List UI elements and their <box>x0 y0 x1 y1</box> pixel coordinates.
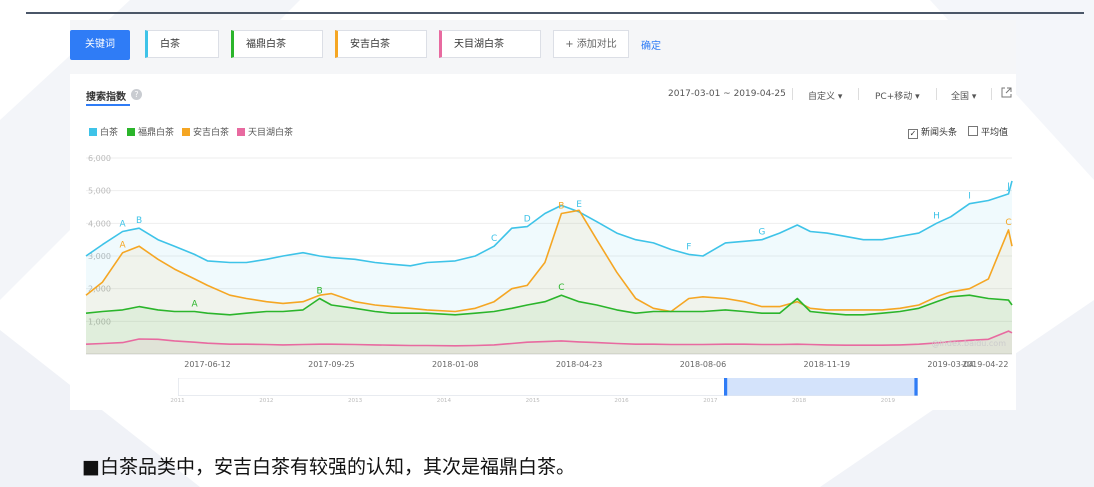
y-tick-label: 5,000 <box>88 187 111 196</box>
slider-year-label: 2018 <box>792 398 807 402</box>
annotation-label: F <box>686 242 691 252</box>
watermark: @index.baidu.com <box>932 339 1007 348</box>
x-tick-label: 2017-06-12 <box>184 360 231 369</box>
slider-year-label: 2019 <box>881 398 896 402</box>
annotation-label: C <box>558 283 564 293</box>
slider-year-label: 2017 <box>703 398 718 402</box>
slider-year-label: 2011 <box>170 398 185 402</box>
x-tick-label: 2018-08-06 <box>680 360 727 369</box>
slider-year-label: 2016 <box>614 398 629 402</box>
annotation-label: E <box>576 200 582 210</box>
slider-year-label: 2014 <box>437 398 452 402</box>
annotation-label: B <box>558 202 564 212</box>
summary-caption: ■白茶品类中，安吉白茶有较强的认知，其次是福鼎白茶。 <box>82 456 575 478</box>
slider-right-handle[interactable] <box>914 378 918 396</box>
annotation-label: G <box>758 228 765 238</box>
annotation-label: H <box>933 211 940 221</box>
annotation-label: B <box>316 286 322 296</box>
x-tick-label: 2017-09-25 <box>308 360 355 369</box>
y-tick-label: 4,000 <box>88 219 111 228</box>
x-tick-label: 2018-01-08 <box>432 360 479 369</box>
x-tick-label: 2018-11-19 <box>804 360 851 369</box>
slider-selected-range <box>725 378 918 396</box>
annotation-label: A <box>191 300 198 310</box>
annotation-label: A <box>119 241 126 251</box>
annotation-label: C <box>491 234 497 244</box>
slider-year-label: 2012 <box>259 398 273 402</box>
search-index-chart: 6,0005,0004,0003,0002,0001,0002017-06-12… <box>85 154 1013 369</box>
time-range-slider[interactable]: 2011 2012 2013 2014 2015 2016 2017 2018 2019 <box>86 378 1010 402</box>
annotation-label: D <box>524 215 531 225</box>
slider-left-handle[interactable] <box>724 378 728 396</box>
slider-year-label: 2013 <box>348 398 363 402</box>
annotation-label: I <box>968 192 971 202</box>
slider-year-label: 2015 <box>526 398 541 402</box>
y-tick-label: 6,000 <box>88 154 111 163</box>
annotation-label: B <box>136 216 142 226</box>
annotation-label: C <box>1005 218 1011 228</box>
x-tick-label: 2018-04-23 <box>556 360 603 369</box>
annotation-label: A <box>119 220 126 230</box>
x-tick-label: 2019-04-22 <box>962 360 1009 369</box>
annotation-label: J <box>1006 182 1010 192</box>
